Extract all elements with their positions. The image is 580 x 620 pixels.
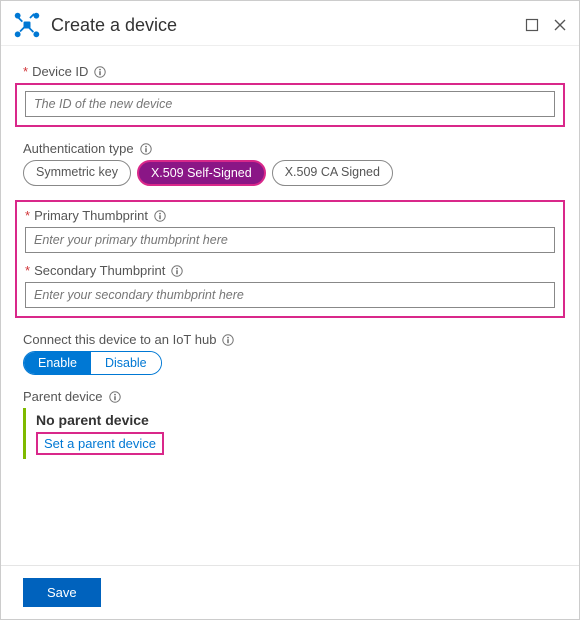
info-icon[interactable] xyxy=(154,210,166,222)
connect-hub-label: Connect this device to an IoT hub xyxy=(23,332,557,347)
parent-device-label: Parent device xyxy=(23,389,557,404)
required-star: * xyxy=(25,208,30,223)
info-icon[interactable] xyxy=(222,334,234,346)
info-icon[interactable] xyxy=(140,143,152,155)
primary-thumbprint-input[interactable] xyxy=(25,227,555,253)
connect-enable[interactable]: Enable xyxy=(24,352,91,374)
info-icon[interactable] xyxy=(171,265,183,277)
connect-hub-row: Connect this device to an IoT hub Enable… xyxy=(23,332,557,375)
auth-type-group: Symmetric key X.509 Self-Signed X.509 CA… xyxy=(23,160,557,186)
dialog-title: Create a device xyxy=(51,15,511,36)
thumbprint-highlight: * Primary Thumbprint * Secondary Thumbpr… xyxy=(15,200,565,318)
info-icon[interactable] xyxy=(94,66,106,78)
iot-hub-icon xyxy=(13,11,41,39)
auth-type-row: Authentication type Symmetric key X.509 … xyxy=(23,141,557,186)
save-button[interactable]: Save xyxy=(23,578,101,607)
required-star: * xyxy=(25,263,30,278)
secondary-thumbprint-input[interactable] xyxy=(25,282,555,308)
device-id-input[interactable] xyxy=(25,91,555,117)
connect-hub-toggle: Enable Disable xyxy=(23,351,162,375)
set-parent-device-link[interactable]: Set a parent device xyxy=(36,432,164,455)
close-icon[interactable] xyxy=(553,18,567,32)
dialog-content: * Device ID Authentication type Symmetri… xyxy=(1,46,579,459)
parent-device-none: No parent device xyxy=(36,412,557,428)
primary-thumbprint-label: * Primary Thumbprint xyxy=(25,208,555,223)
dialog-header: Create a device xyxy=(1,1,579,46)
auth-option-x509-ca[interactable]: X.509 CA Signed xyxy=(272,160,393,186)
info-icon[interactable] xyxy=(109,391,121,403)
maximize-icon[interactable] xyxy=(525,18,539,32)
device-id-label: * Device ID xyxy=(23,64,557,79)
parent-device-row: Parent device No parent device Set a par… xyxy=(23,389,557,459)
auth-option-symmetric[interactable]: Symmetric key xyxy=(23,160,131,186)
dialog-footer: Save xyxy=(1,565,579,619)
device-id-highlight xyxy=(15,83,565,127)
secondary-thumbprint-label: * Secondary Thumbprint xyxy=(25,263,555,278)
auth-option-x509-self[interactable]: X.509 Self-Signed xyxy=(137,160,266,186)
connect-disable[interactable]: Disable xyxy=(91,352,161,374)
parent-device-block: No parent device Set a parent device xyxy=(23,408,557,459)
auth-type-label: Authentication type xyxy=(23,141,557,156)
required-star: * xyxy=(23,64,28,79)
